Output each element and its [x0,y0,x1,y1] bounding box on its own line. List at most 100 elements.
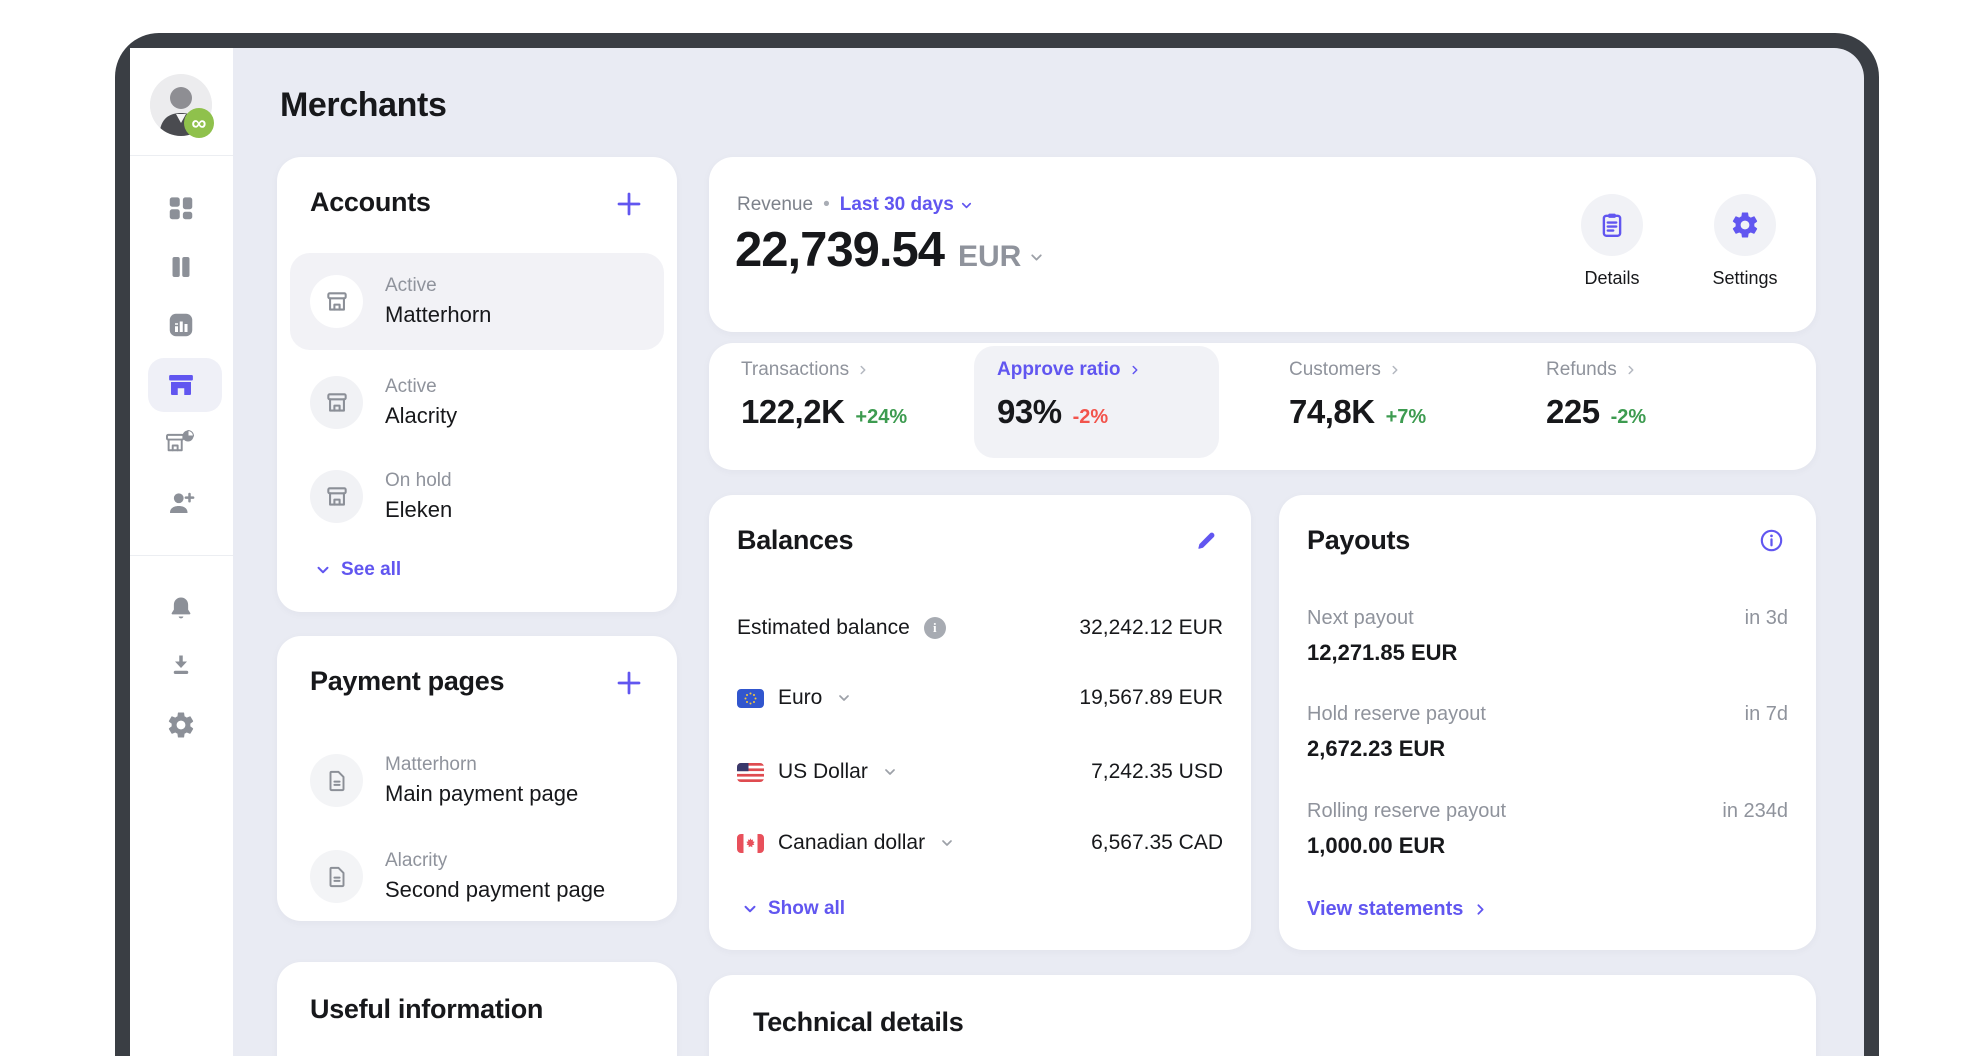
add-payment-page-button[interactable] [614,668,644,698]
details-button[interactable] [1581,194,1643,256]
stat-customers[interactable]: Customers 74,8K +7% [1289,359,1426,431]
revenue-currency: EUR [958,240,1021,274]
stat-label: Refunds [1546,359,1617,381]
stat-refunds[interactable]: Refunds 225 -2% [1546,359,1646,431]
add-account-button[interactable] [614,189,644,219]
store-icon [310,275,363,328]
stat-value: 122,2K [741,393,844,431]
payment-page-name: Main payment page [385,781,578,807]
clipboard-icon [1597,210,1627,240]
chevron-down-icon [1028,249,1045,266]
payout-label: Next payout [1307,607,1414,630]
info-icon[interactable]: i [924,617,946,639]
stat-label-row[interactable]: Transactions [741,359,907,381]
stat-label-row[interactable]: Customers [1289,359,1426,381]
revenue-label: Revenue [737,194,813,216]
document-icon [310,850,363,903]
chevron-down-icon[interactable] [836,690,852,706]
settings-button-label: Settings [1700,268,1790,289]
chevron-down-icon[interactable] [882,764,898,780]
account-row-eleken[interactable]: On hold Eleken [290,448,664,545]
view-statements-label: View statements [1307,898,1463,921]
estimated-balance-row: Estimated balance i 32,242.12 EUR [737,613,1223,643]
pencil-icon [1193,527,1219,553]
sidebar-item-add-user-icon[interactable] [166,488,196,518]
payout-value: 12,271.85 EUR [1307,640,1457,666]
sidebar-divider-top [130,155,233,156]
chevron-right-icon [856,363,870,377]
revenue-amount-row: 22,739.54 EUR [735,222,1045,278]
avatar-status-badge: ∞ [184,108,214,138]
stat-transactions[interactable]: Transactions 122,2K +24% [741,359,907,431]
show-all-label: Show all [768,898,845,920]
gear-icon [1730,210,1760,240]
view-statements-link[interactable]: View statements [1307,898,1489,921]
payout-row-label: Next payout in 3d [1307,607,1788,630]
store-icon [310,376,363,429]
us-flag-icon [737,763,764,782]
sidebar-item-merchants-icon[interactable] [166,370,196,400]
payment-pages-card: Payment pages Matterhorn Main payment pa… [277,636,677,921]
useful-information-title: Useful information [310,994,543,1025]
stat-label: Transactions [741,359,849,381]
estimated-balance-value: 32,242.12 EUR [1079,616,1223,640]
useful-information-card: Useful information [277,962,677,1056]
balance-row-usd: US Dollar 7,242.35 USD [737,755,1223,789]
stat-label-row[interactable]: Refunds [1546,359,1646,381]
account-status: Active [385,376,457,398]
account-row-matterhorn[interactable]: Active Matterhorn [290,253,664,350]
edit-balances-button[interactable] [1193,527,1219,553]
eu-flag-icon [737,689,764,708]
revenue-currency-selector[interactable]: EUR [958,240,1045,274]
payout-due: in 3d [1745,607,1788,630]
payment-pages-title: Payment pages [310,666,504,697]
chevron-down-icon [959,198,974,213]
info-icon [1758,527,1785,554]
sidebar-item-analytics-icon[interactable] [166,310,196,340]
chevron-down-icon [314,561,332,579]
sidebar-item-settings-icon[interactable] [166,710,196,740]
stat-delta: +24% [855,406,907,429]
payment-page-row-main[interactable]: Matterhorn Main payment page [290,732,664,829]
stat-delta: -2% [1073,406,1109,429]
payout-due: in 234d [1722,800,1788,823]
stat-delta: -2% [1611,406,1647,429]
balances-show-all-link[interactable]: Show all [741,898,845,920]
stat-approve-ratio[interactable]: Approve ratio 93% -2% [997,359,1142,431]
sidebar-divider-bottom [130,555,233,556]
accounts-title: Accounts [310,187,431,218]
account-status: Active [385,275,491,297]
sidebar-item-downloads-icon[interactable] [166,650,196,680]
stat-value: 74,8K [1289,393,1375,431]
payment-page-row-second[interactable]: Alacrity Second payment page [290,828,664,925]
payouts-info-button[interactable] [1758,527,1785,554]
payment-page-name: Second payment page [385,877,605,903]
balances-title: Balances [737,525,853,556]
revenue-period-selector[interactable]: Last 30 days [840,194,974,216]
account-row-alacrity[interactable]: Active Alacrity [290,354,664,451]
see-all-label: See all [341,559,401,581]
sidebar-item-store-analytics-icon[interactable] [166,428,196,458]
document-icon [310,754,363,807]
screenshot-root: ∞ [0,0,1984,1056]
currency-balance: 7,242.35 USD [1091,760,1223,784]
payout-due: in 7d [1745,703,1788,726]
accounts-see-all-link[interactable]: See all [314,559,401,581]
account-status: On hold [385,470,452,492]
payment-page-account: Alacrity [385,850,605,872]
sidebar-item-dashboard-icon[interactable] [166,193,196,223]
account-name: Alacrity [385,403,457,429]
chevron-right-icon [1624,363,1638,377]
stat-label-row[interactable]: Approve ratio [997,359,1142,381]
sidebar-item-columns-icon[interactable] [166,252,196,282]
balance-row-cad: Canadian dollar 6,567.35 CAD [737,826,1223,860]
payout-label: Rolling reserve payout [1307,800,1506,823]
stats-card: Transactions 122,2K +24% Approve ratio 9… [709,343,1816,470]
balance-row-euro: Euro 19,567.89 EUR [737,681,1223,715]
payouts-card: Payouts Next payout in 3d 12,271.85 EUR … [1279,495,1816,950]
stat-value: 93% [997,393,1062,431]
account-name: Matterhorn [385,302,491,328]
chevron-down-icon[interactable] [939,835,955,851]
sidebar-item-notifications-icon[interactable] [166,593,196,623]
settings-button[interactable] [1714,194,1776,256]
